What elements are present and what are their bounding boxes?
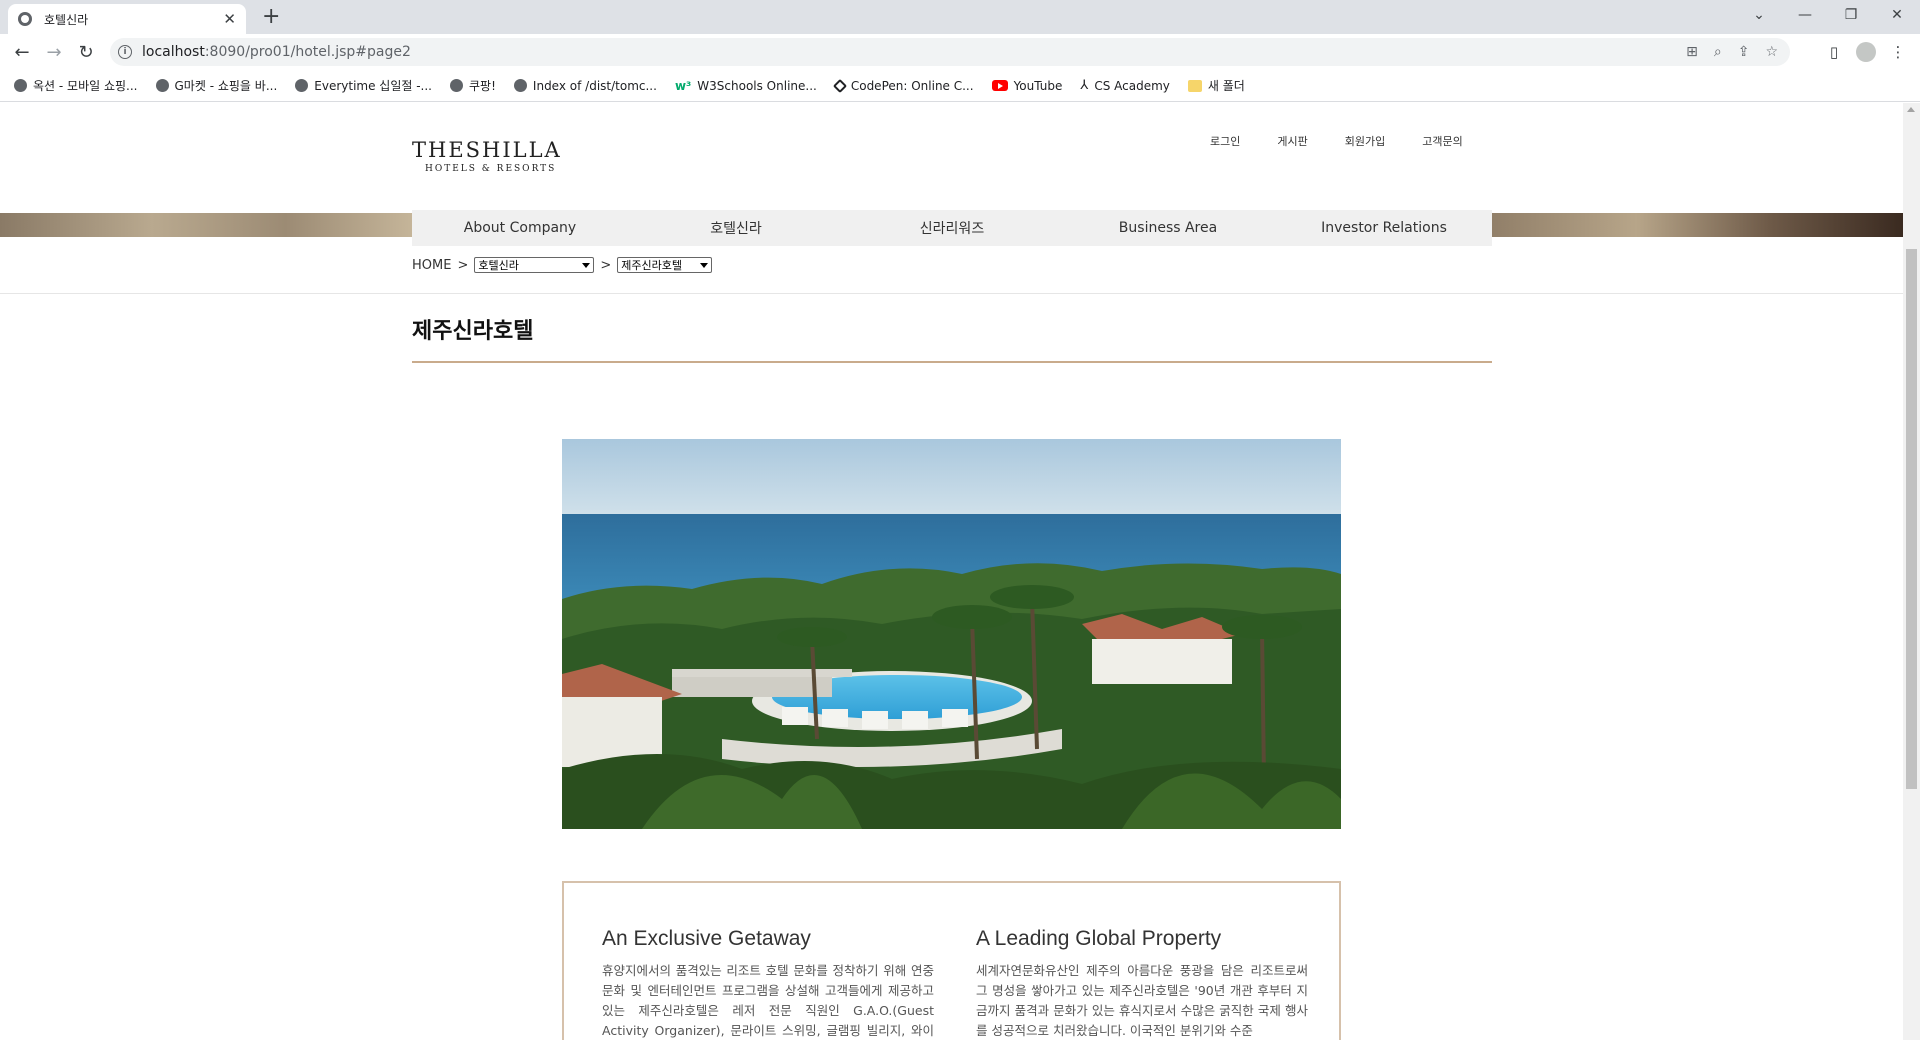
browser-tab-strip: 호텔신라 ✕ + ⌄ — ❐ ✕ [0,0,1920,34]
column-heading: An Exclusive Getaway [602,927,811,950]
scroll-up-arrow-icon[interactable] [1907,107,1915,112]
hotel-select[interactable]: 제주신라호텔 [617,257,713,273]
info-column-global: A Leading Global Property 세계자연문화유산인 제주의 … [976,927,1308,1040]
gnb-item-rewards[interactable]: 신라리워즈 [844,210,1060,246]
bookmark-item[interactable]: ⅄ CS Academy [1080,78,1170,93]
zoom-icon[interactable]: ⌕ [1714,44,1722,60]
bookmark-item[interactable]: YouTube [991,78,1063,93]
bookmark-star-icon[interactable]: ☆ [1765,44,1778,60]
scroll-thumb[interactable] [1906,249,1917,789]
bookmark-item[interactable]: Everytime 십일절 -... [295,77,432,94]
bookmark-item[interactable]: CodePen: Online C... [832,78,974,93]
bookmark-label: G마켓 - 쇼핑을 바... [174,79,278,93]
bookmark-label: Index of /dist/tomc... [532,78,657,93]
category-select-value: 호텔신라 [478,259,519,272]
bookmark-item[interactable]: Index of /dist/tomc... [513,78,657,93]
url-host: localhost [142,44,205,60]
breadcrumb-separator: > [457,257,469,273]
translate-icon[interactable]: ⊞ [1686,44,1698,60]
title-underline [412,361,1492,363]
gnb-item-business[interactable]: Business Area [1060,210,1276,246]
page-scrollbar[interactable] [1903,103,1920,1040]
new-tab-button[interactable]: + [262,4,280,30]
back-icon[interactable]: ← [10,40,34,64]
hotel-info-box: An Exclusive Getaway 휴양지에서의 품격있는 리조트 호텔 … [562,881,1341,1040]
column-text: 세계자연문화유산인 제주의 아름다운 풍광을 담은 리조트로써 그 명성을 쌓아… [976,963,1308,1038]
chevron-down-icon [700,262,709,268]
bookmark-label: W3Schools Online... [697,78,817,93]
breadcrumb-home[interactable]: HOME [412,258,451,273]
close-window-button[interactable]: ✕ [1874,0,1920,30]
bookmark-label: YouTube [1013,78,1063,93]
tab-title: 호텔신라 [44,12,89,27]
globe-icon [513,79,527,92]
address-bar[interactable]: i localhost:8090/pro01/hotel.jsp#page2 ⊞… [110,38,1790,66]
browser-tab[interactable]: 호텔신라 ✕ [8,4,246,34]
shilla-logo[interactable]: THESHILLA HOTELS & RESORTS [412,138,562,174]
globe-icon [18,12,32,26]
info-column-getaway: An Exclusive Getaway 휴양지에서의 품격있는 리조트 호텔 … [602,927,934,1040]
bookmark-label: 새 폴더 [1207,79,1245,93]
breadcrumb-separator: > [600,257,612,273]
youtube-icon [991,80,1008,91]
site-info-icon[interactable]: i [118,45,132,59]
gnb-item-investor[interactable]: Investor Relations [1276,210,1492,246]
global-nav: About Company 호텔신라 신라리워즈 Business Area I… [412,210,1492,246]
category-select[interactable]: 호텔신라 [474,257,595,273]
side-panel-icon[interactable]: ▯ [1824,42,1844,62]
restore-button[interactable]: ❐ [1828,0,1874,30]
globe-icon [14,79,27,92]
minimize-button[interactable]: — [1782,0,1828,30]
bookmark-label: 쿠팡! [469,79,496,93]
page-title: 제주신라호텔 [412,319,534,344]
cs-academy-icon: ⅄ [1080,78,1089,93]
menu-kebab-icon[interactable]: ⋮ [1888,42,1908,62]
login-link[interactable]: 로그인 [1210,133,1240,149]
bookmark-item[interactable]: w³ W3Schools Online... [675,79,817,93]
breadcrumb: HOME > 호텔신라 > 제주신라호텔 [412,257,713,273]
codepen-icon [832,78,847,93]
bookmark-label: CodePen: Online C... [850,78,974,93]
w3schools-icon: w³ [674,78,692,93]
close-tab-icon[interactable]: ✕ [223,10,236,28]
signup-link[interactable]: 회원가입 [1345,133,1385,149]
bookmark-item[interactable]: G마켓 - 쇼핑을 바... [155,77,278,94]
gnb-item-about[interactable]: About Company [412,210,628,246]
column-text: 휴양지에서의 품격있는 리조트 호텔 문화를 정착하기 위해 연중 문화 및 엔… [602,963,934,1038]
logo-wordmark: THESHILLA [412,138,562,162]
reload-icon[interactable]: ↻ [74,40,98,64]
share-icon[interactable]: ⇪ [1738,44,1750,60]
bookmark-folder[interactable]: 새 폴더 [1187,77,1245,94]
profile-avatar-icon[interactable] [1856,42,1876,62]
hotel-photo [562,439,1341,829]
hotel-select-value: 제주신라호텔 [621,259,682,272]
gnb-item-hotel[interactable]: 호텔신라 [628,210,844,246]
utility-nav: 로그인 게시판 회원가입 고객문의 [1210,133,1463,149]
url-path: :8090/pro01/hotel.jsp#page2 [204,44,411,60]
globe-icon [155,79,169,92]
bookmark-item[interactable]: 옥션 - 모바일 쇼핑... [14,77,138,94]
browser-toolbar: ← → ↻ i localhost:8090/pro01/hotel.jsp#p… [0,34,1920,70]
forward-icon[interactable]: → [42,40,66,64]
tab-search-icon[interactable]: ⌄ [1736,0,1782,30]
board-link[interactable]: 게시판 [1277,133,1307,149]
bookmark-label: CS Academy [1094,78,1170,93]
chevron-down-icon [582,262,591,268]
bookmark-label: 옥션 - 모바일 쇼핑... [33,79,138,93]
globe-icon [450,79,464,92]
divider [0,293,1903,294]
globe-icon [295,79,309,92]
column-heading: A Leading Global Property [976,927,1222,950]
bookmark-label: Everytime 십일절 -... [314,79,433,93]
logo-subtitle: HOTELS & RESORTS [425,164,557,174]
bookmarks-bar: 옥션 - 모바일 쇼핑... G마켓 - 쇼핑을 바... Everytime … [0,70,1920,102]
folder-icon [1187,79,1202,92]
bookmark-item[interactable]: 쿠팡! [450,77,496,94]
page-viewport: THESHILLA HOTELS & RESORTS 로그인 게시판 회원가입 … [0,103,1903,1040]
customer-inquiry-link[interactable]: 고객문의 [1422,133,1462,149]
